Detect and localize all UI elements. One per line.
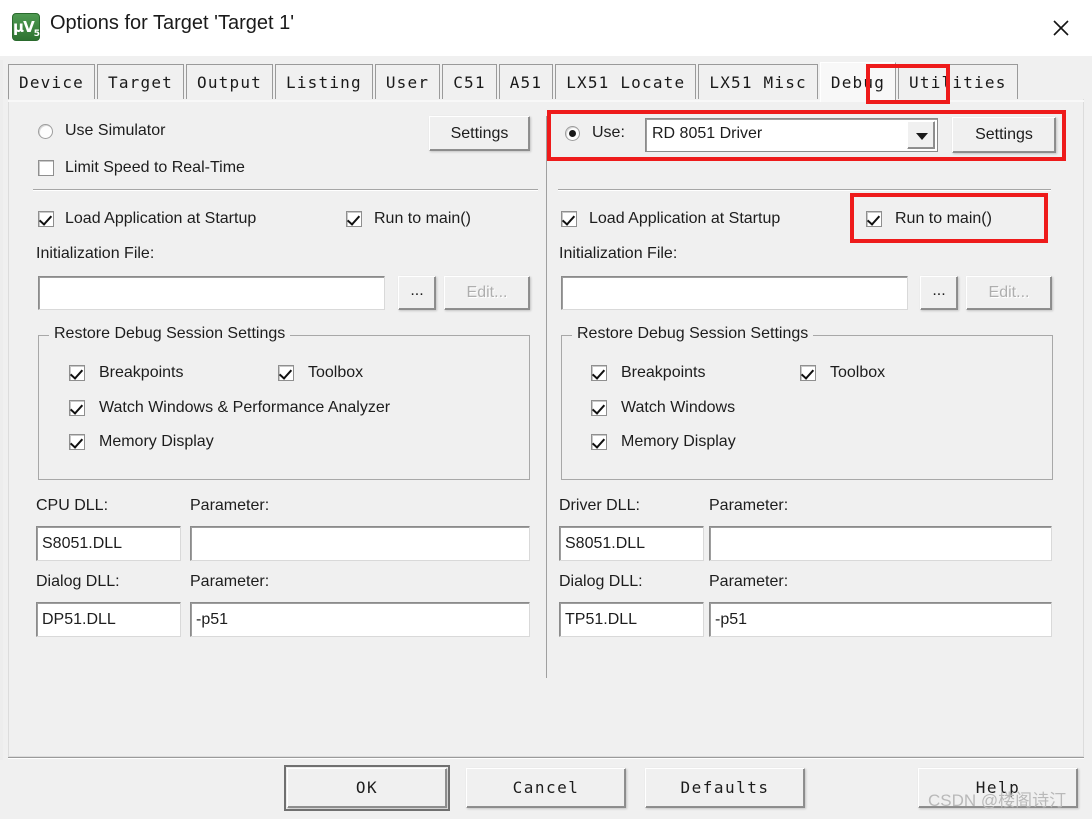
cpu-dll-input[interactable]: S8051.DLL: [36, 526, 181, 561]
driver-select[interactable]: RD 8051 Driver: [645, 118, 938, 152]
driver-edit-button[interactable]: Edit...: [966, 276, 1052, 310]
tab-list: Device Target Output Listing User C51 A51 LX51 …: [8, 62, 1020, 102]
simulator-dialog-parameter-input[interactable]: -p51: [190, 602, 530, 637]
ok-button[interactable]: OK: [284, 765, 450, 811]
simulator-separator: [33, 189, 538, 191]
simulator-dialog-dll-label: Dialog DLL:: [36, 573, 120, 590]
driver-dll-label: Driver DLL:: [559, 497, 640, 514]
uvision-logo-icon: µV5: [12, 13, 40, 41]
simulator-run-to-main-checkbox[interactable]: [346, 211, 362, 227]
driver-separator: [558, 189, 1051, 191]
tab-listing[interactable]: Listing: [275, 64, 373, 101]
simulator-init-file-label: Initialization File:: [36, 245, 155, 262]
tab-c51[interactable]: C51: [442, 64, 497, 101]
driver-toolbox-checkbox[interactable]: [800, 365, 816, 381]
simulator-settings-button[interactable]: Settings: [429, 116, 530, 151]
driver-dialog-parameter-label: Parameter:: [709, 573, 789, 590]
simulator-run-to-main-label: Run to main(): [374, 210, 471, 227]
close-icon[interactable]: [1030, 0, 1092, 55]
use-simulator-label: Use Simulator: [65, 122, 166, 139]
cancel-button[interactable]: Cancel: [466, 768, 626, 808]
tab-a51[interactable]: A51: [498, 64, 554, 101]
simulator-dialog-parameter-label: Parameter:: [190, 573, 270, 590]
driver-memory-display-label: Memory Display: [621, 433, 736, 450]
driver-settings-button[interactable]: Settings: [952, 117, 1056, 153]
use-driver-label: Use:: [592, 124, 625, 141]
limit-speed-checkbox[interactable]: [38, 160, 54, 176]
tab-debug[interactable]: Debug: [819, 62, 897, 102]
tab-underline: [8, 100, 1084, 102]
help-button[interactable]: Help: [918, 768, 1078, 808]
simulator-restore-group-title: Restore Debug Session Settings: [49, 325, 291, 343]
driver-load-app-checkbox[interactable]: [561, 211, 577, 227]
driver-dialog-dll-label: Dialog DLL:: [559, 573, 643, 590]
tab-lx51-locate[interactable]: LX51 Locate: [555, 64, 697, 101]
tab-device[interactable]: Device: [8, 64, 95, 101]
footer-separator: [8, 757, 1084, 759]
driver-parameter-input[interactable]: [709, 526, 1052, 561]
tab-target[interactable]: Target: [97, 64, 184, 101]
driver-run-to-main-label: Run to main(): [895, 210, 992, 227]
driver-run-to-main-checkbox[interactable]: [866, 211, 882, 227]
tab-utilities[interactable]: Utilities: [898, 64, 1018, 101]
tab-lx51-misc[interactable]: LX51 Misc: [698, 64, 818, 101]
simulator-memory-display-checkbox[interactable]: [69, 434, 85, 450]
simulator-dialog-dll-input[interactable]: DP51.DLL: [36, 602, 181, 637]
driver-dialog-parameter-input[interactable]: -p51: [709, 602, 1052, 637]
panel-divider: [546, 116, 547, 678]
tab-user[interactable]: User: [374, 64, 441, 101]
simulator-load-app-checkbox[interactable]: [38, 211, 54, 227]
driver-watch-windows-checkbox[interactable]: [591, 400, 607, 416]
simulator-watch-windows-checkbox[interactable]: [69, 400, 85, 416]
driver-dll-input[interactable]: S8051.DLL: [559, 526, 704, 561]
defaults-button[interactable]: Defaults: [645, 768, 805, 808]
simulator-watch-windows-label: Watch Windows & Performance Analyzer: [99, 399, 391, 416]
simulator-memory-display-label: Memory Display: [99, 433, 214, 450]
driver-memory-display-checkbox[interactable]: [591, 434, 607, 450]
driver-browse-button[interactable]: ...: [920, 276, 958, 310]
driver-init-file-label: Initialization File:: [559, 245, 678, 262]
cpu-parameter-input[interactable]: [190, 526, 530, 561]
uvision-logo-glyph: µV5: [13, 18, 40, 39]
simulator-browse-button[interactable]: ...: [398, 276, 436, 310]
simulator-breakpoints-checkbox[interactable]: [69, 365, 85, 381]
simulator-breakpoints-label: Breakpoints: [99, 364, 184, 381]
tab-strip: Device Target Output Listing User C51 A51 LX51 …: [0, 56, 1092, 103]
limit-speed-label: Limit Speed to Real-Time: [65, 159, 245, 176]
driver-restore-group-title: Restore Debug Session Settings: [572, 325, 814, 343]
simulator-init-file-input[interactable]: [38, 276, 385, 310]
driver-init-file-input[interactable]: [561, 276, 908, 310]
driver-watch-windows-label: Watch Windows: [621, 399, 736, 416]
driver-load-app-label: Load Application at Startup: [589, 210, 781, 227]
dialog-left-edge: [0, 60, 3, 760]
cpu-dll-label: CPU DLL:: [36, 497, 109, 514]
driver-dialog-dll-input[interactable]: TP51.DLL: [559, 602, 704, 637]
simulator-load-app-label: Load Application at Startup: [65, 210, 257, 227]
tab-output[interactable]: Output: [186, 64, 273, 101]
driver-select-value: RD 8051 Driver: [652, 125, 763, 142]
simulator-toolbox-checkbox[interactable]: [278, 365, 294, 381]
use-simulator-radio[interactable]: [38, 124, 53, 139]
title-bar: µV5 Options for Target 'Target 1': [0, 0, 1092, 57]
cpu-parameter-label: Parameter:: [190, 497, 270, 514]
driver-breakpoints-checkbox[interactable]: [591, 365, 607, 381]
simulator-edit-button[interactable]: Edit...: [444, 276, 530, 310]
simulator-toolbox-label: Toolbox: [308, 364, 364, 381]
page-title: Options for Target 'Target 1': [50, 12, 295, 34]
use-driver-radio[interactable]: [565, 126, 580, 141]
driver-toolbox-label: Toolbox: [830, 364, 886, 381]
options-dialog: µV5 Options for Target 'Target 1' Device…: [0, 0, 1092, 819]
driver-parameter-label: Parameter:: [709, 497, 789, 514]
chevron-down-icon[interactable]: [907, 121, 935, 149]
driver-breakpoints-label: Breakpoints: [621, 364, 706, 381]
